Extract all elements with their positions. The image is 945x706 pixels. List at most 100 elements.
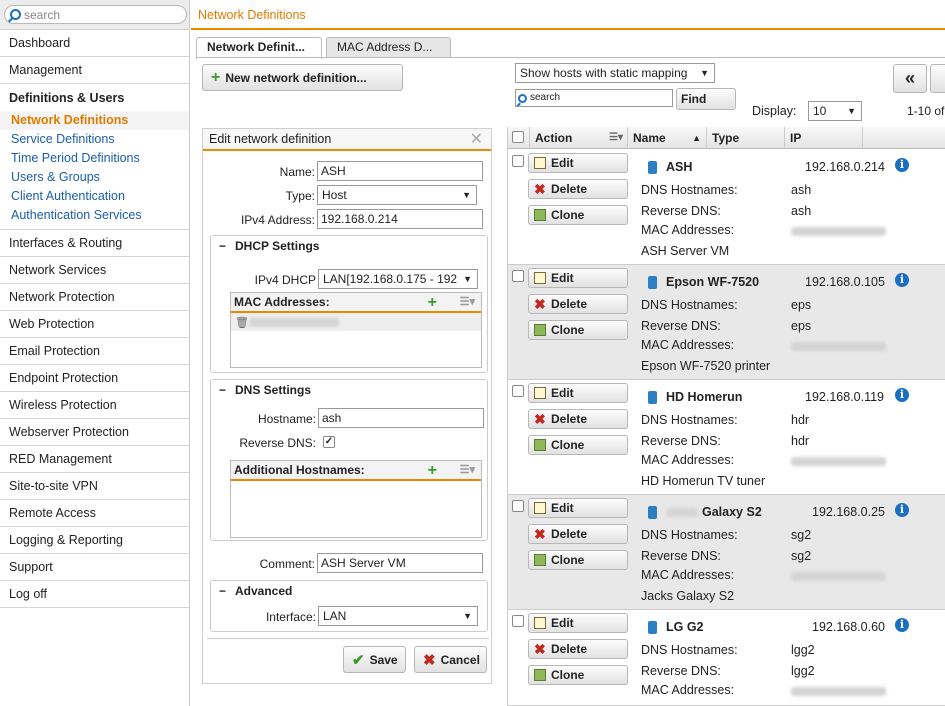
sidebar-subitem-users-groups[interactable]: Users & Groups [0,168,189,187]
ipv4-address-input[interactable]: 192.168.0.214 [317,209,483,229]
cancel-label: Cancel [440,652,480,667]
column-name[interactable]: Name ▲ [628,127,707,149]
tab-network-definitions[interactable]: Network Definit... [196,37,322,59]
delete-button[interactable]: ✖ Delete [528,409,628,429]
tab-divider [196,57,945,58]
sidebar-item-webserver-protection[interactable]: Webserver Protection [0,419,189,446]
tab-mac-address-definitions[interactable]: MAC Address D... [326,37,451,58]
reverse-dns-checkbox[interactable]: ✓ [323,436,335,448]
column-ip[interactable]: IP [785,127,863,149]
info-icon[interactable]: i [895,388,909,402]
new-network-definition-button[interactable]: + New network definition... [202,64,403,91]
row-checkbox[interactable] [512,155,524,167]
clone-button[interactable]: Clone [528,320,628,340]
sidebar-item-dashboard[interactable]: Dashboard [0,30,189,57]
host-ip: 192.168.0.214 [805,160,885,174]
name-input[interactable]: ASH [317,161,483,181]
delete-button[interactable]: ✖ Delete [528,524,628,544]
sidebar-subitem-authentication-services[interactable]: Authentication Services [0,206,189,225]
chevron-down-icon: ▼ [461,270,472,288]
info-icon[interactable]: i [895,273,909,287]
close-icon[interactable]: ✕ [470,130,483,150]
interface-select[interactable]: LAN ▼ [318,606,478,626]
sidebar-subitem-client-authentication[interactable]: Client Authentication [0,187,189,206]
delete-label: Delete [551,527,588,541]
edit-button[interactable]: Edit [528,153,628,173]
clone-button[interactable]: Clone [528,550,628,570]
dhcp-settings-header[interactable]: − DHCP Settings [211,236,319,256]
interface-select-value: LAN [323,609,347,623]
sidebar-item-logging-reporting[interactable]: Logging & Reporting [0,527,189,554]
collapse-icon: − [219,239,227,253]
dns-settings-header[interactable]: − DNS Settings [211,380,311,400]
trash-icon[interactable]: 🗑 [235,317,249,329]
display-count-select[interactable]: 10 ▼ [808,101,862,121]
find-button[interactable]: Find [676,88,736,110]
select-all-checkbox[interactable] [512,131,524,143]
list-menu-icon[interactable]: ☰▾ [460,293,475,312]
search-input[interactable]: search [4,5,187,24]
row-checkbox[interactable] [512,385,524,397]
sidebar-item-wireless-protection[interactable]: Wireless Protection [0,392,189,419]
ipv4-dhcp-value: LAN[192.168.0.175 - 192 [323,272,458,286]
column-action[interactable]: Action ☰▾ [530,127,628,149]
info-icon[interactable]: i [895,503,909,517]
next-page-button[interactable] [930,64,945,93]
advanced-section: − Advanced Interface: LAN ▼ [210,580,488,632]
column-type[interactable]: Type [707,127,785,149]
mac-address-row: 🗑 [231,313,481,331]
cancel-button[interactable]: ✖ Cancel [414,646,487,673]
delete-button[interactable]: ✖ Delete [528,639,628,659]
prev-page-button[interactable]: « [893,64,927,93]
row-checkbox[interactable] [512,270,524,282]
sidebar-item-web-protection[interactable]: Web Protection [0,311,189,338]
clone-button[interactable]: Clone [528,205,628,225]
comment-input[interactable]: ASH Server VM [317,553,483,573]
dns-hostnames-label: DNS Hostnames: [641,298,738,312]
row-checkbox[interactable] [512,615,524,627]
sidebar-item-support[interactable]: Support [0,554,189,581]
add-icon[interactable]: + [428,461,437,480]
ipv4-dhcp-select[interactable]: LAN[192.168.0.175 - 192 ▼ [318,269,478,289]
sidebar-item-log-off[interactable]: Log off [0,581,189,608]
sidebar-item-remote-access[interactable]: Remote Access [0,500,189,527]
add-icon[interactable]: + [428,293,437,312]
edit-button[interactable]: Edit [528,498,628,518]
clone-button[interactable]: Clone [528,435,628,455]
reverse-dns-label: Reverse DNS: [239,436,316,450]
type-select[interactable]: Host ▼ [317,185,477,205]
list-menu-icon[interactable]: ☰▾ [609,127,623,149]
sidebar-subitem-service-definitions[interactable]: Service Definitions [0,130,189,149]
edit-button[interactable]: Edit [528,383,628,403]
sidebar-item-endpoint-protection[interactable]: Endpoint Protection [0,365,189,392]
sidebar-item-interfaces-routing[interactable]: Interfaces & Routing [0,230,189,257]
sidebar-item-definitions-users[interactable]: Definitions & Users [0,84,189,111]
row-checkbox[interactable] [512,500,524,512]
sidebar-item-site-to-site-vpn[interactable]: Site-to-site VPN [0,473,189,500]
list-menu-icon[interactable]: ☰▾ [460,461,475,480]
filter-select[interactable]: Show hosts with static mapping ▼ [515,63,715,83]
sidebar-item-red-management[interactable]: RED Management [0,446,189,473]
delete-label: Delete [551,412,588,426]
sidebar-subitem-time-period-definitions[interactable]: Time Period Definitions [0,149,189,168]
save-button[interactable]: ✔ Save [343,646,406,673]
hostname-input[interactable]: ash [318,408,484,428]
edit-panel-title: Edit network definition [209,132,332,146]
edit-button[interactable]: Edit [528,268,628,288]
info-icon[interactable]: i [895,618,909,632]
list-search-input[interactable]: search [515,89,673,107]
ipv4-dhcp-label: IPv4 DHCP [254,273,316,287]
edit-button[interactable]: Edit [528,613,628,633]
clone-button[interactable]: Clone [528,665,628,685]
table-row: Edit ✖ Delete Clone Galaxy S2 192.168.0.25 i DN… [508,495,945,610]
delete-button[interactable]: ✖ Delete [528,294,628,314]
sidebar-item-network-services[interactable]: Network Services [0,257,189,284]
delete-button[interactable]: ✖ Delete [528,179,628,199]
clone-label: Clone [551,438,585,452]
sidebar-item-management[interactable]: Management [0,57,189,84]
sidebar-item-network-protection[interactable]: Network Protection [0,284,189,311]
sidebar-subitem-network-definitions[interactable]: Network Definitions [0,111,189,130]
sidebar-item-email-protection[interactable]: Email Protection [0,338,189,365]
advanced-header[interactable]: − Advanced [211,581,292,601]
info-icon[interactable]: i [895,158,909,172]
